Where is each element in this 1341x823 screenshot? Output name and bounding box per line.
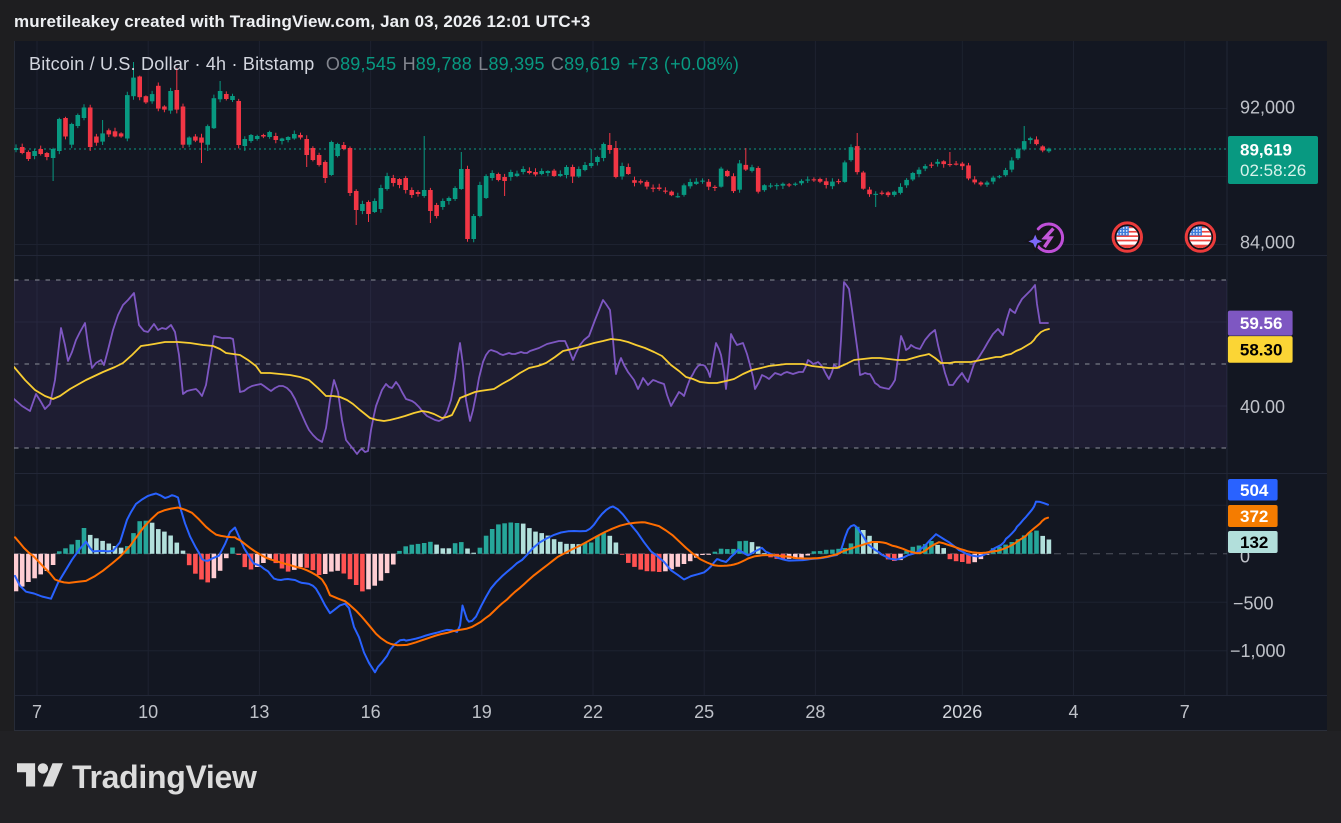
svg-text:372: 372 [1240,507,1268,526]
svg-text:−1,000: −1,000 [1230,641,1286,661]
svg-text:132: 132 [1240,533,1268,552]
svg-text:84,000: 84,000 [1240,233,1295,253]
svg-text:02:58:26: 02:58:26 [1240,161,1306,180]
svg-text:19: 19 [472,702,492,722]
svg-text:22: 22 [583,702,603,722]
svg-text:−500: −500 [1233,594,1274,614]
svg-text:16: 16 [361,702,381,722]
svg-text:92,000: 92,000 [1240,98,1295,118]
svg-text:7: 7 [32,702,42,722]
svg-text:13: 13 [249,702,269,722]
svg-text:504: 504 [1240,481,1269,500]
svg-text:4: 4 [1068,702,1078,722]
svg-text:2026: 2026 [942,702,982,722]
svg-text:7: 7 [1180,702,1190,722]
svg-text:89,619: 89,619 [1240,141,1292,160]
svg-text:59.56: 59.56 [1240,314,1283,333]
svg-text:28: 28 [805,702,825,722]
svg-text:58.30: 58.30 [1240,340,1283,359]
svg-text:10: 10 [138,702,158,722]
svg-text:40.00: 40.00 [1240,397,1285,417]
svg-text:25: 25 [694,702,714,722]
